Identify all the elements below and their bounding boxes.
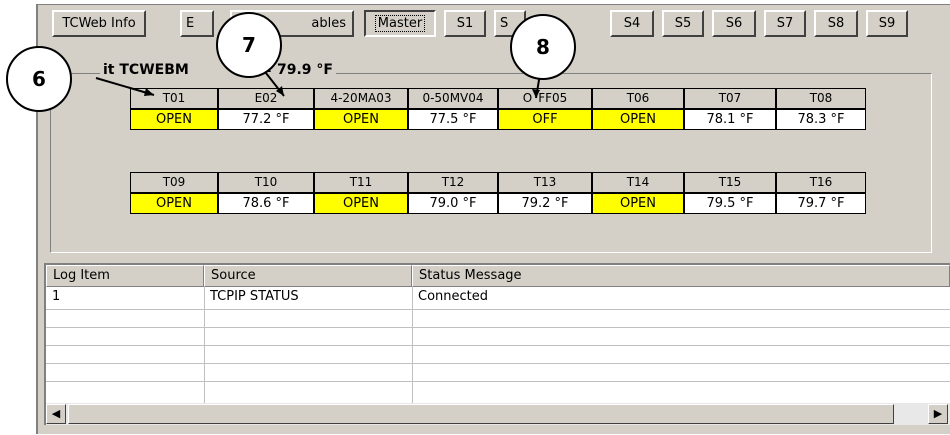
callout-pointers <box>95 67 541 99</box>
callout-6-arrowhead <box>144 88 154 96</box>
callout-8: 8 <box>510 14 576 80</box>
callout-6: 6 <box>6 46 72 112</box>
callout-8-arrowhead <box>532 89 540 98</box>
callout-7: 7 <box>216 12 282 78</box>
